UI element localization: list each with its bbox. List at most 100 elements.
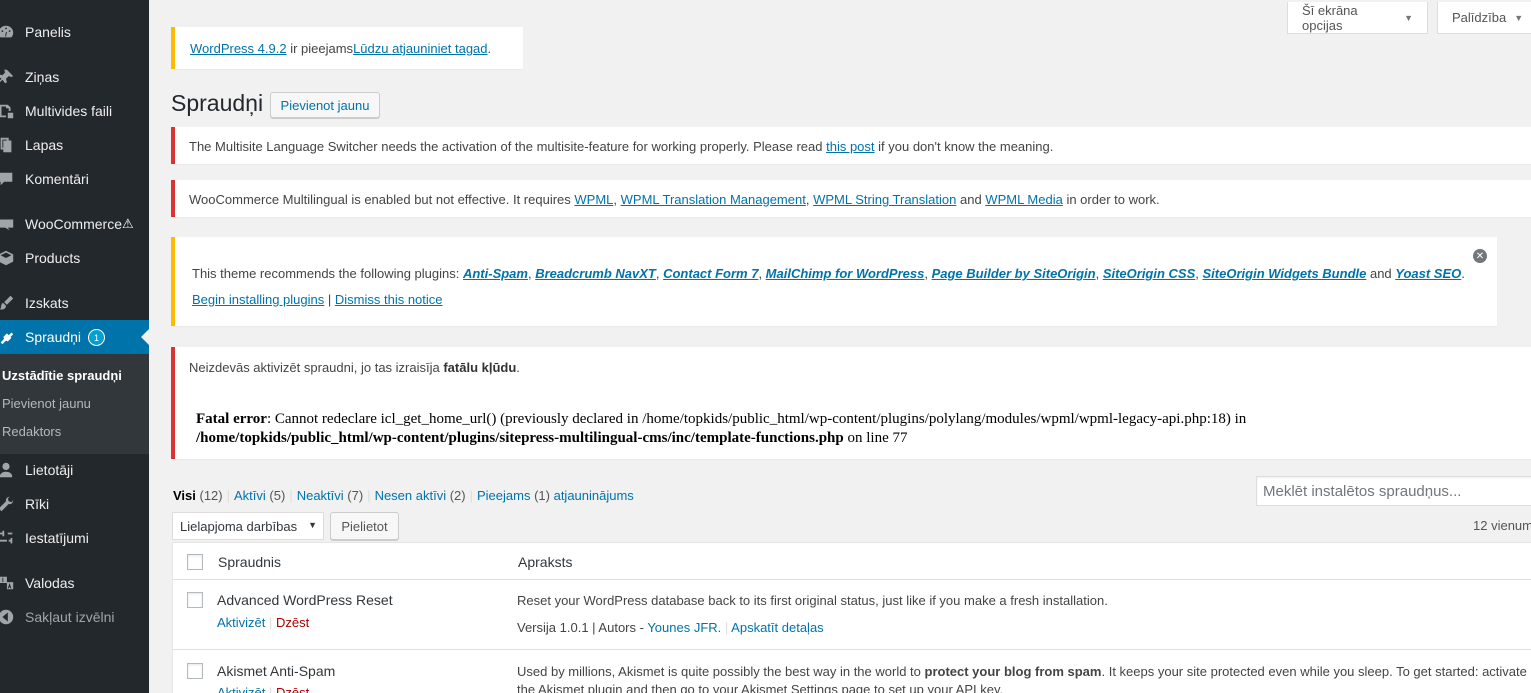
plugin-meta: Versija 1.0.1 | Autors - Younes JFR. | A…	[517, 620, 824, 635]
sidebar-item-label: Lietotāji	[25, 462, 74, 478]
submenu-add-new[interactable]: Pievienot jaunu	[2, 396, 91, 411]
msls-error-notice: The Multisite Language Switcher needs th…	[171, 127, 1531, 164]
author-link[interactable]: Younes JFR.	[647, 620, 721, 635]
mailchimp-link[interactable]: MailChimp for WordPress	[766, 266, 925, 281]
tgmpa-notice: This theme recommends the following plug…	[171, 237, 1497, 326]
page-builder-link[interactable]: Page Builder by SiteOrigin	[932, 266, 1096, 281]
activate-link[interactable]: Aktivizēt	[217, 685, 265, 693]
siteorigin-css-link[interactable]: SiteOrigin CSS	[1103, 266, 1195, 281]
pages-icon	[0, 135, 16, 155]
plugin-description: Used by millions, Akismet is quite possi…	[517, 664, 1527, 679]
sidebar-item-woocommerce[interactable]: WooCommerce ⚠	[0, 207, 149, 241]
sidebar-collapse-menu[interactable]: Sakļaut izvēlni	[0, 600, 149, 634]
contact-form-7-link[interactable]: Contact Form 7	[663, 266, 758, 281]
breadcrumb-navxt-link[interactable]: Breadcrumb NavXT	[535, 266, 656, 281]
sidebar-item-posts[interactable]: Ziņas	[0, 60, 149, 94]
column-header-plugin[interactable]: Spraudnis	[218, 554, 281, 570]
sidebar-item-settings[interactable]: Iestatījumi	[0, 521, 149, 555]
sidebar-item-label: Ziņas	[25, 69, 60, 85]
row-checkbox[interactable]	[187, 592, 203, 608]
plugin-description: Reset your WordPress database back to it…	[517, 593, 1108, 608]
sidebar-item-label: Products	[25, 250, 81, 266]
help-button[interactable]: Palīdzība ▼	[1437, 2, 1531, 34]
wpml-translation-management-link[interactable]: WPML Translation Management	[621, 192, 806, 207]
sidebar-item-appearance[interactable]: Izskats	[0, 286, 149, 320]
begin-installing-link[interactable]: Begin installing plugins	[192, 292, 324, 307]
column-header-description: Apraksts	[518, 554, 573, 570]
sidebar-item-label: Spraudņi	[25, 329, 82, 345]
sidebar-item-label: Valodas	[25, 575, 75, 591]
anti-spam-link[interactable]: Anti-Spam	[463, 266, 528, 281]
sidebar-item-languages[interactable]: Valodas	[0, 566, 149, 600]
sidebar-item-label: Panelis	[25, 24, 71, 40]
sidebar-item-tools[interactable]: Rīki	[0, 487, 149, 521]
filter-recently-active[interactable]: Nesen aktīvi	[375, 488, 447, 503]
caret-down-icon: ▼	[1404, 12, 1413, 23]
row-actions: Aktivizēt | Dzēst	[217, 685, 309, 693]
submenu-installed-plugins[interactable]: Uzstādītie spraudņi	[2, 368, 122, 383]
sidebar-item-label: Komentāri	[25, 171, 89, 187]
caret-down-icon: ▼	[308, 520, 317, 530]
this-post-link[interactable]: this post	[826, 139, 874, 154]
woo-icon	[0, 214, 16, 234]
apply-button[interactable]: Pielietot	[330, 512, 399, 540]
close-icon[interactable]: ✕	[1473, 249, 1487, 263]
products-icon	[0, 248, 16, 268]
row-divider	[173, 649, 1531, 650]
settings-icon	[0, 528, 16, 548]
sidebar-item-comments[interactable]: Komentāri	[0, 162, 149, 196]
plugin-search-input[interactable]: Meklēt instalētos spraudņus...	[1256, 476, 1531, 506]
update-count-badge: 1	[88, 328, 106, 346]
filter-inactive[interactable]: Neaktīvi	[297, 488, 344, 503]
submenu-editor[interactable]: Redaktors	[2, 424, 61, 439]
fatal-error-line1: Fatal error: Cannot redeclare icl_get_ho…	[196, 411, 1247, 427]
wordpress-version-link[interactable]: WordPress 4.9.2	[190, 41, 287, 56]
wcml-error-notice: WooCommerce Multilingual is enabled but …	[171, 180, 1531, 217]
plugins-submenu: Uzstādītie spraudņi Pievienot jaunu Reda…	[0, 354, 149, 454]
fatal-error-line2: /home/topkids/public_html/wp-content/plu…	[196, 430, 908, 446]
delete-link[interactable]: Dzēst	[276, 615, 309, 630]
view-details-link[interactable]: Apskatīt detaļas	[731, 620, 824, 635]
activate-link[interactable]: Aktivizēt	[217, 615, 265, 630]
sidebar-item-label: Lapas	[25, 137, 64, 153]
header-divider	[173, 579, 1531, 580]
filter-all[interactable]: Visi	[173, 488, 196, 503]
warning-icon: ⚠	[122, 216, 134, 231]
row-checkbox[interactable]	[187, 663, 203, 679]
plugins-table: Spraudnis Apraksts Advanced WordPress Re…	[172, 542, 1531, 693]
tools-icon	[0, 494, 16, 514]
users-icon	[0, 460, 16, 480]
sidebar-item-products[interactable]: Products	[0, 241, 149, 275]
sidebar-item-label: Iestatījumi	[25, 530, 89, 546]
sidebar-item-users[interactable]: Lietotāji	[0, 453, 149, 487]
wpml-string-translation-link[interactable]: WPML String Translation	[813, 192, 956, 207]
sidebar-item-label: Multivides faili	[25, 103, 113, 119]
sidebar-item-plugins[interactable]: Spraudņi 1	[0, 320, 149, 354]
collapse-icon	[0, 607, 16, 627]
select-all-checkbox[interactable]	[187, 554, 203, 570]
admin-sidebar: Panelis Ziņas Multivides faili Lapas Kom…	[0, 0, 149, 693]
filter-upgrade-extra[interactable]: atjauninājums	[554, 488, 634, 503]
bulk-actions-select[interactable]: Lielapjoma darbības ▼	[172, 512, 324, 540]
filter-upgrade[interactable]: Pieejams	[477, 488, 530, 503]
update-now-link[interactable]: Lūdzu atjauniniet tagad	[353, 41, 487, 56]
screen-options-button[interactable]: Šī ekrāna opcijas ▼	[1287, 2, 1428, 34]
media-icon	[0, 101, 16, 121]
sidebar-item-dashboard[interactable]: Panelis	[0, 15, 149, 49]
filter-active[interactable]: Aktīvi	[234, 488, 266, 503]
translate-icon	[0, 573, 16, 593]
wpml-link[interactable]: WPML	[574, 192, 613, 207]
sidebar-item-media[interactable]: Multivides faili	[0, 94, 149, 128]
brush-icon	[0, 293, 16, 313]
dismiss-notice-link[interactable]: Dismiss this notice	[335, 292, 443, 307]
yoast-seo-link[interactable]: Yoast SEO	[1395, 266, 1461, 281]
plugin-description-line2: the Akismet plugin and then go to your A…	[517, 682, 1004, 693]
wpml-media-link[interactable]: WPML Media	[985, 192, 1063, 207]
siteorigin-widgets-link[interactable]: SiteOrigin Widgets Bundle	[1203, 266, 1367, 281]
sidebar-item-label: WooCommerce	[25, 216, 122, 232]
add-new-plugin-button[interactable]: Pievienot jaunu	[270, 92, 380, 118]
items-count: 12 vienumi	[1473, 518, 1531, 533]
sidebar-item-pages[interactable]: Lapas	[0, 128, 149, 162]
delete-link[interactable]: Dzēst	[276, 685, 309, 693]
plugin-name: Akismet Anti-Spam	[217, 663, 336, 679]
